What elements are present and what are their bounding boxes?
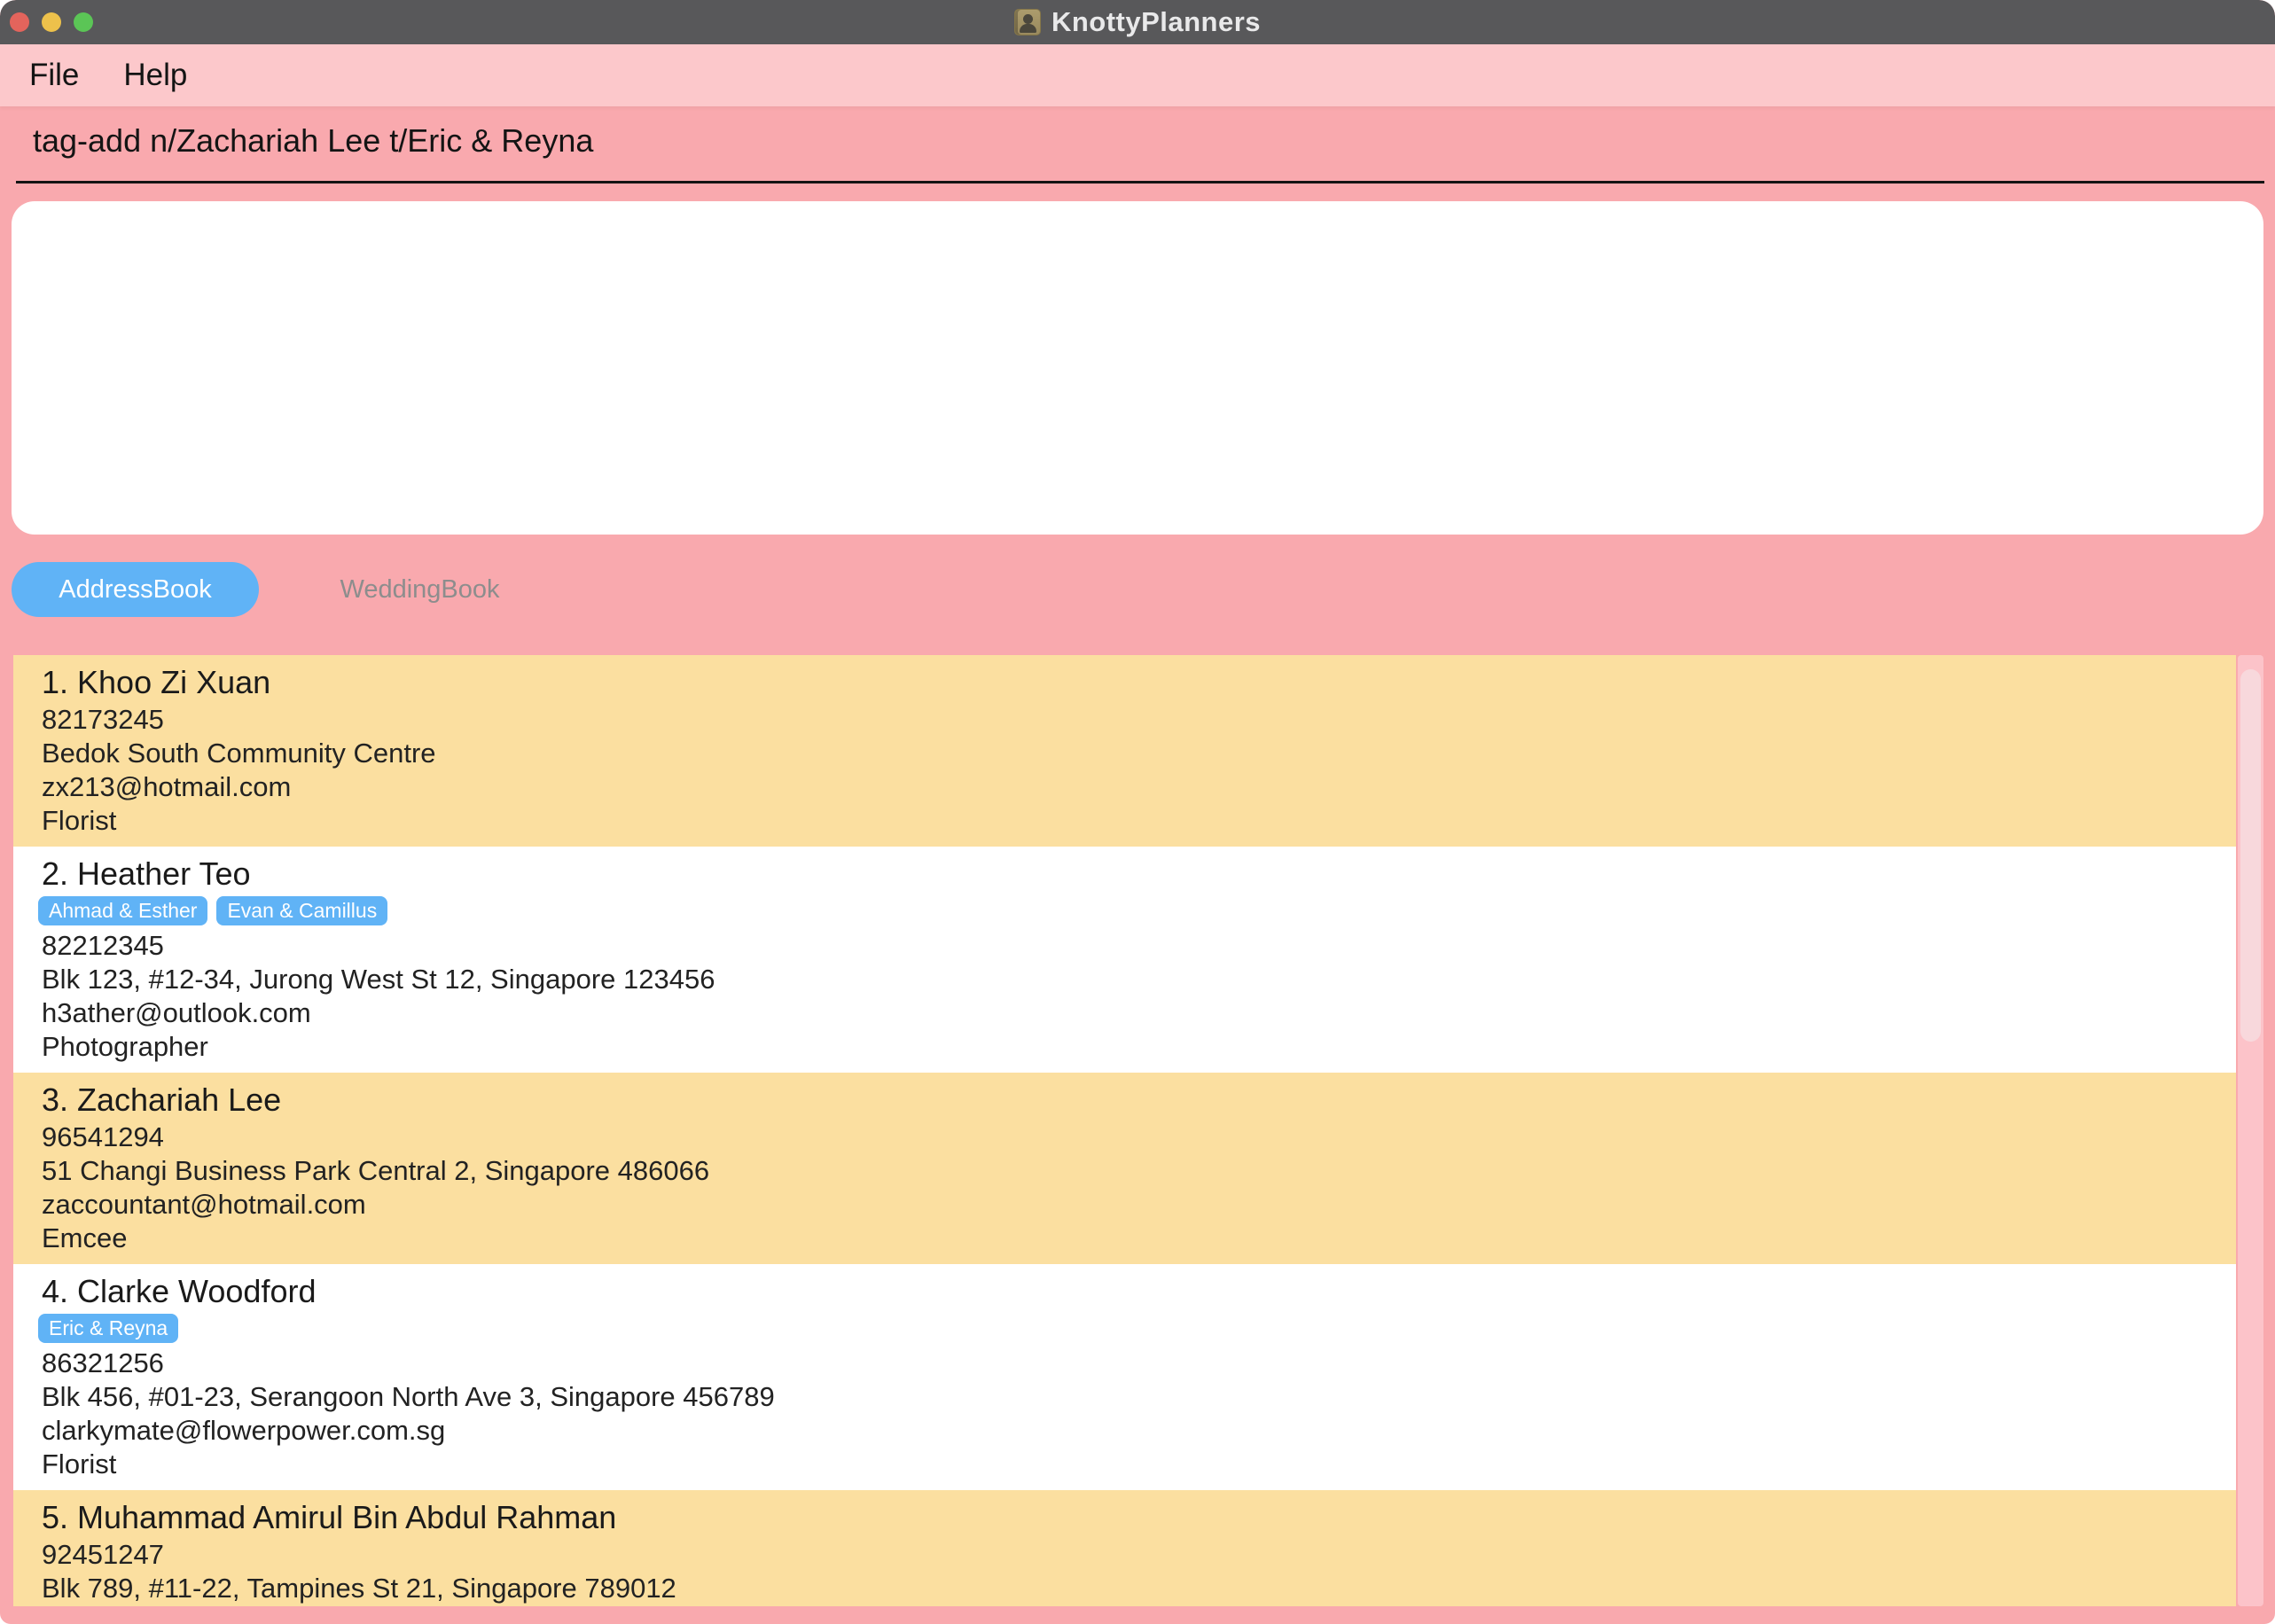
contact-phone: 82173245: [42, 703, 2208, 737]
contact-email: zx213@hotmail.com: [42, 770, 2208, 804]
contact-card[interactable]: 2. Heather Teo Ahmad & Esther Evan & Cami…: [13, 847, 2236, 1073]
menubar: File Help: [0, 44, 2275, 106]
contact-address: Bedok South Community Centre: [42, 737, 2208, 770]
contact-name: 1. Khoo Zi Xuan: [42, 662, 2208, 703]
contact-card[interactable]: 5. Muhammad Amirul Bin Abdul Rahman 9245…: [13, 1490, 2236, 1606]
contact-phone: 92451247: [42, 1538, 2208, 1572]
contact-tags: Ahmad & Esther Evan & Camillus: [38, 896, 2208, 925]
tab-addressbook[interactable]: AddressBook: [12, 562, 259, 617]
contact-role: Florist: [42, 804, 2208, 838]
titlebar: KnottyPlanners: [0, 0, 2275, 44]
contact-card[interactable]: 1. Khoo Zi Xuan 82173245 Bedok South Com…: [13, 655, 2236, 847]
scrollbar-thumb[interactable]: [2240, 669, 2261, 1042]
contact-email: clarkymate@flowerpower.com.sg: [42, 1414, 2208, 1448]
contact-rows: 1. Khoo Zi Xuan 82173245 Bedok South Com…: [13, 655, 2236, 1606]
tab-weddingbook[interactable]: WeddingBook: [296, 562, 543, 617]
wedding-tag: Ahmad & Esther: [38, 896, 207, 925]
contact-name: 2. Heather Teo: [42, 854, 2208, 894]
contact-address: Blk 789, #11-22, Tampines St 21, Singapo…: [42, 1572, 2208, 1605]
app-window: KnottyPlanners File Help AddressBook Wed…: [0, 0, 2275, 1624]
contact-role: Florist: [42, 1448, 2208, 1481]
address-book-icon: [1014, 9, 1041, 35]
contact-address: 51 Changi Business Park Central 2, Singa…: [42, 1154, 2208, 1188]
wedding-tag: Eric & Reyna: [38, 1314, 178, 1343]
result-display[interactable]: [12, 201, 2263, 535]
contact-name: 5. Muhammad Amirul Bin Abdul Rahman: [42, 1497, 2208, 1538]
scrollbar-track[interactable]: [2238, 655, 2263, 1606]
menu-item-file[interactable]: File: [29, 58, 79, 93]
menu-item-help[interactable]: Help: [123, 58, 187, 93]
contact-email: zaccountant@hotmail.com: [42, 1188, 2208, 1222]
contact-role: Photographer: [42, 1030, 2208, 1064]
contact-name: 3. Zachariah Lee: [42, 1080, 2208, 1120]
contact-role: Emcee: [42, 1222, 2208, 1255]
contact-card[interactable]: 3. Zachariah Lee 96541294 51 Changi Busi…: [13, 1073, 2236, 1264]
contact-phone: 86321256: [42, 1347, 2208, 1380]
command-area: [0, 106, 2275, 183]
contact-tags: Eric & Reyna: [38, 1314, 2208, 1343]
contact-address: Blk 456, #01-23, Serangoon North Ave 3, …: [42, 1380, 2208, 1414]
contact-email: h3ather@outlook.com: [42, 996, 2208, 1030]
window-title: KnottyPlanners: [1052, 6, 1261, 38]
contact-phone: 96541294: [42, 1120, 2208, 1154]
book-tabs: AddressBook WeddingBook: [12, 562, 543, 617]
title-wrap: KnottyPlanners: [0, 0, 2275, 44]
contact-phone: 82212345: [42, 929, 2208, 963]
contact-list[interactable]: 1. Khoo Zi Xuan 82173245 Bedok South Com…: [13, 655, 2263, 1606]
contact-card[interactable]: 4. Clarke Woodford Eric & Reyna 86321256…: [13, 1264, 2236, 1490]
contact-name: 4. Clarke Woodford: [42, 1271, 2208, 1312]
wedding-tag: Evan & Camillus: [216, 896, 387, 925]
command-input[interactable]: [16, 106, 2264, 183]
contact-address: Blk 123, #12-34, Jurong West St 12, Sing…: [42, 963, 2208, 996]
